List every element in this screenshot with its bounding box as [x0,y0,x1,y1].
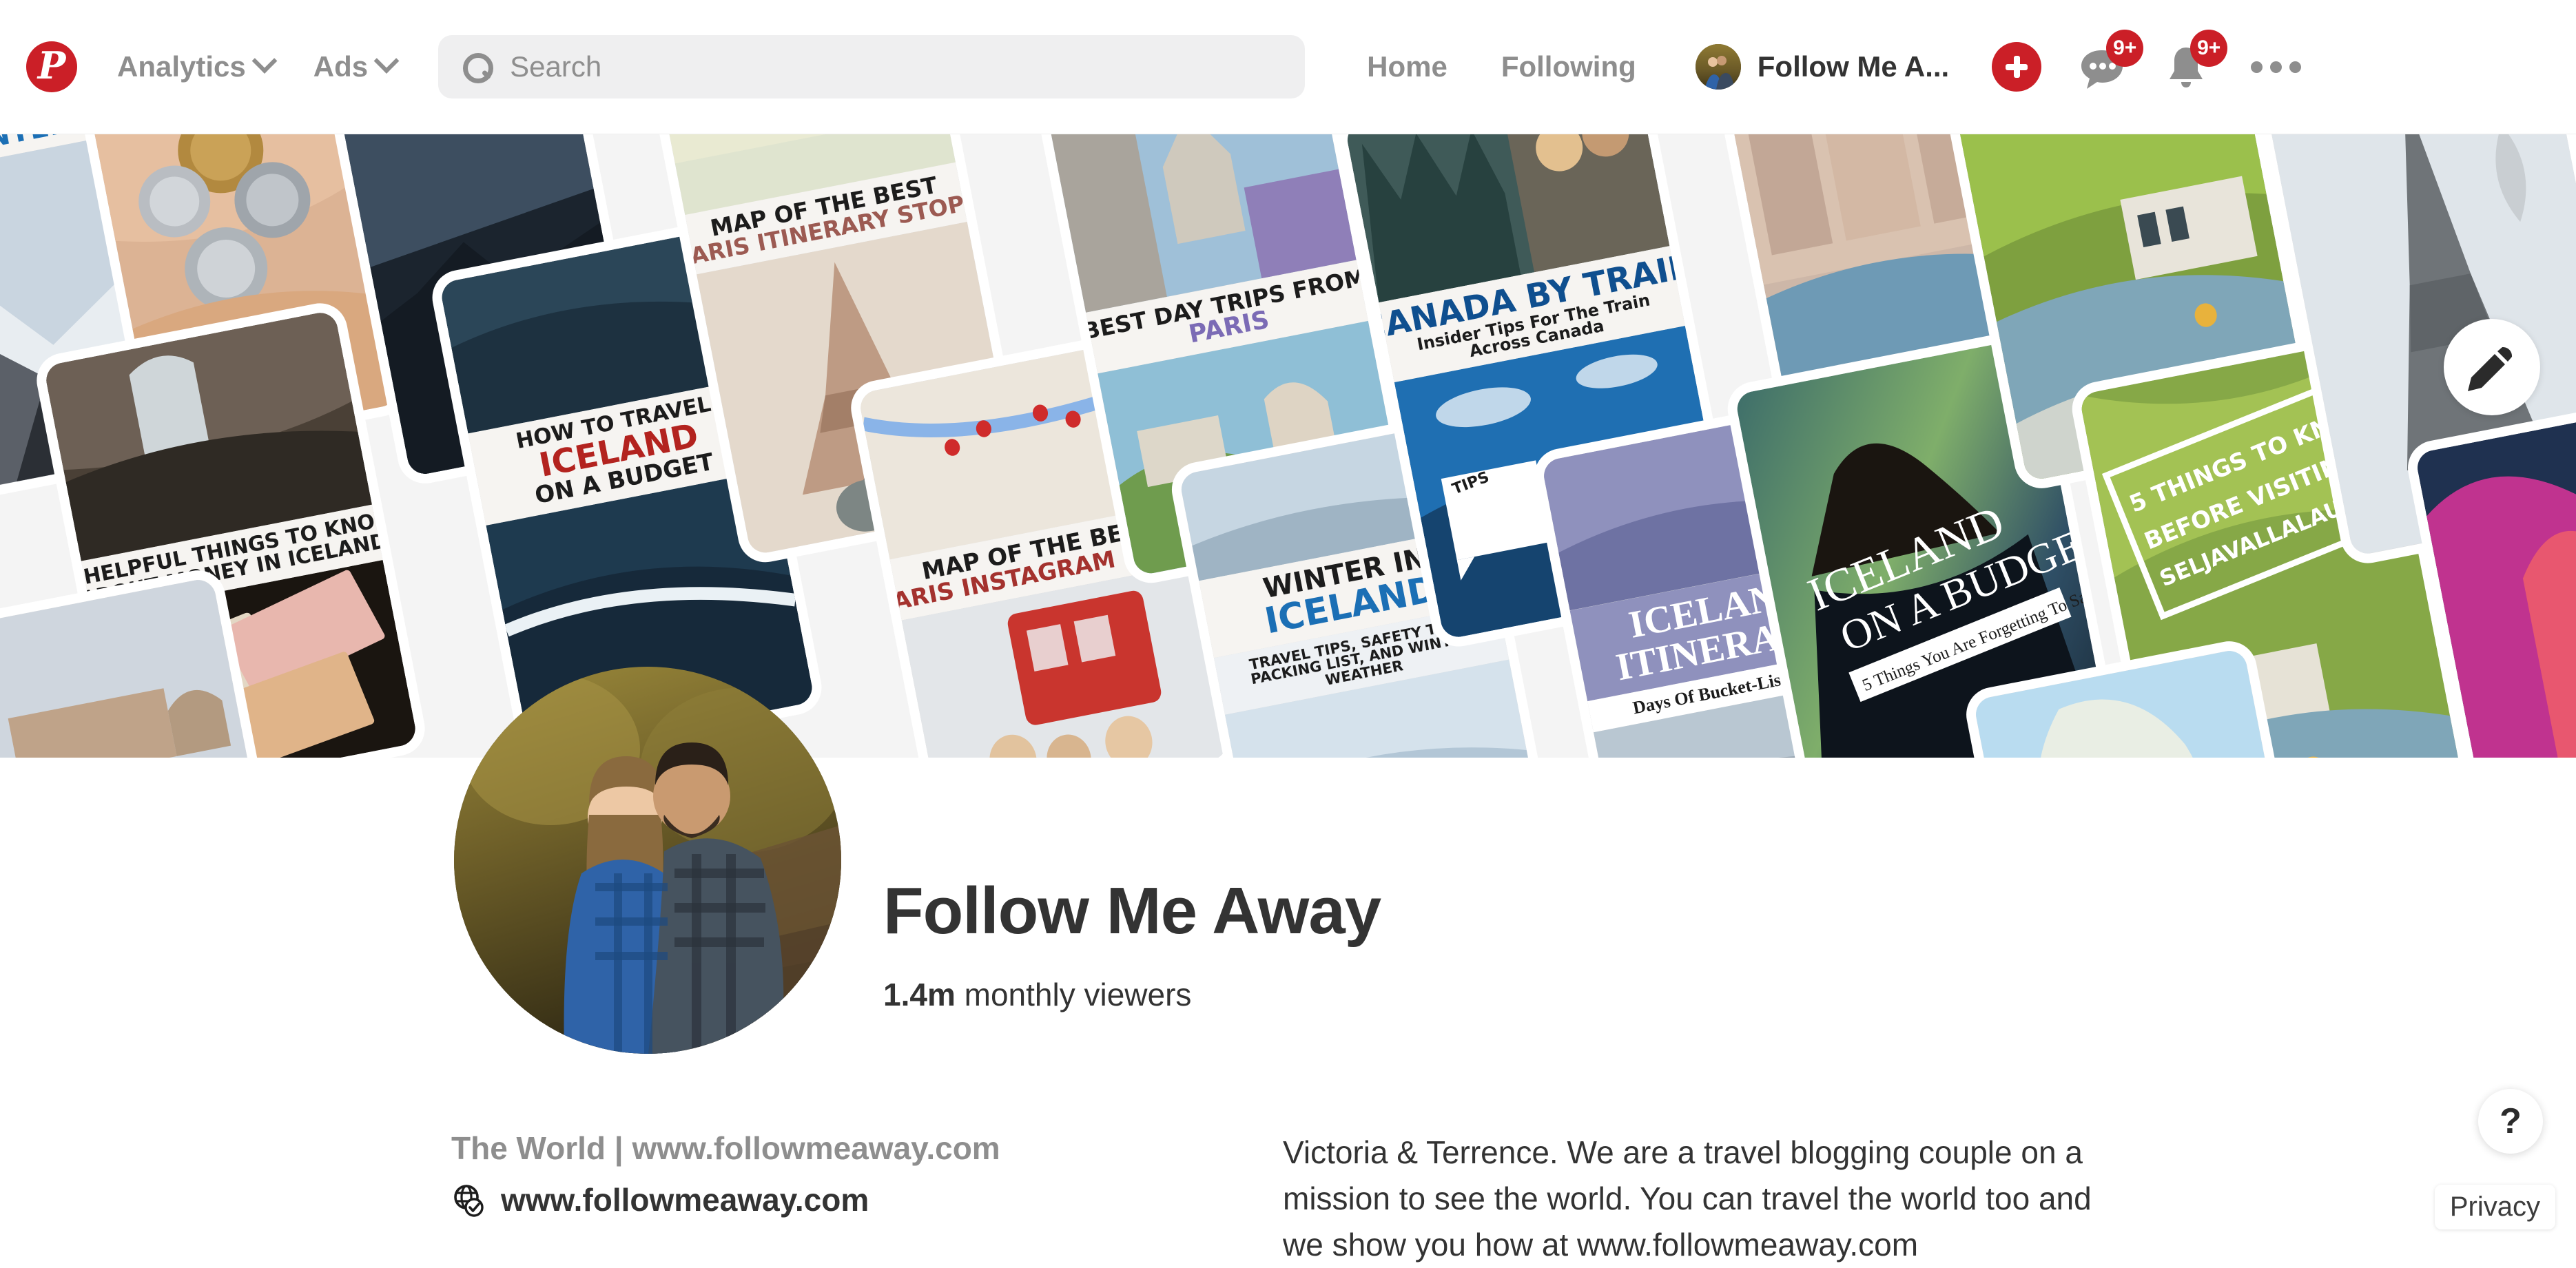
avatar-photo [1696,44,1741,90]
monthly-viewers-stat: 1.4m monthly viewers [883,976,1191,1013]
profile-website-label: www.followmeaway.com [501,1181,869,1218]
messages-badge: 9+ [2106,30,2143,67]
search-input[interactable]: Search [438,35,1305,98]
page-title: Follow Me Away [883,873,1381,949]
edit-cover-button[interactable] [2444,319,2540,415]
nav-link-home[interactable]: Home [1367,50,1447,83]
profile-website-link[interactable]: www.followmeaway.com [451,1181,869,1218]
chevron-down-icon [374,48,400,74]
search-icon [463,53,491,81]
profile-tagline: The World | www.followmeaway.com [451,1130,1000,1167]
monthly-viewers-count: 1.4m [883,977,956,1012]
notifications-badge: 9+ [2190,30,2227,67]
profile-cover-collage[interactable]: VISITING IN WINTER [0,134,2576,758]
notifications-button[interactable]: 9+ [2160,41,2212,93]
create-button[interactable] [1992,42,2041,92]
pinterest-logo-icon[interactable]: P [26,41,77,92]
globe-verified-icon [451,1183,486,1217]
pinterest-logo-glyph: P [38,47,66,84]
messages-button[interactable]: 9+ [2076,41,2128,93]
nav-menu-ads-label: Ads [313,50,368,83]
top-navigation-bar: P Analytics Ads Search Home Following [0,0,2576,134]
profile-avatar-photo [454,667,841,1054]
profile-avatar[interactable] [454,667,841,1054]
plus-icon [1992,42,2041,92]
cover-pin-image [0,577,254,758]
more-options-button[interactable] [2248,53,2303,81]
account-name-label: Follow Me A... [1758,50,1949,83]
nav-link-following[interactable]: Following [1501,50,1636,83]
help-button[interactable]: ? [2478,1089,2543,1154]
ellipsis-icon [2251,61,2301,73]
nav-menu-analytics[interactable]: Analytics [117,50,274,83]
chevron-down-icon [251,48,277,74]
avatar [1696,44,1741,90]
profile-description: Victoria & Terrence. We are a travel blo… [1283,1130,2130,1268]
privacy-link[interactable]: Privacy [2435,1185,2555,1229]
nav-menu-ads[interactable]: Ads [313,50,395,83]
profile-section: Follow Me Away 1.4m monthly viewers The … [0,758,2576,1235]
monthly-viewers-label: monthly viewers [965,977,1192,1012]
search-placeholder: Search [510,50,601,83]
account-menu[interactable]: Follow Me A... [1696,44,1949,90]
nav-menu-analytics-label: Analytics [117,50,246,83]
pencil-icon [2466,342,2517,393]
